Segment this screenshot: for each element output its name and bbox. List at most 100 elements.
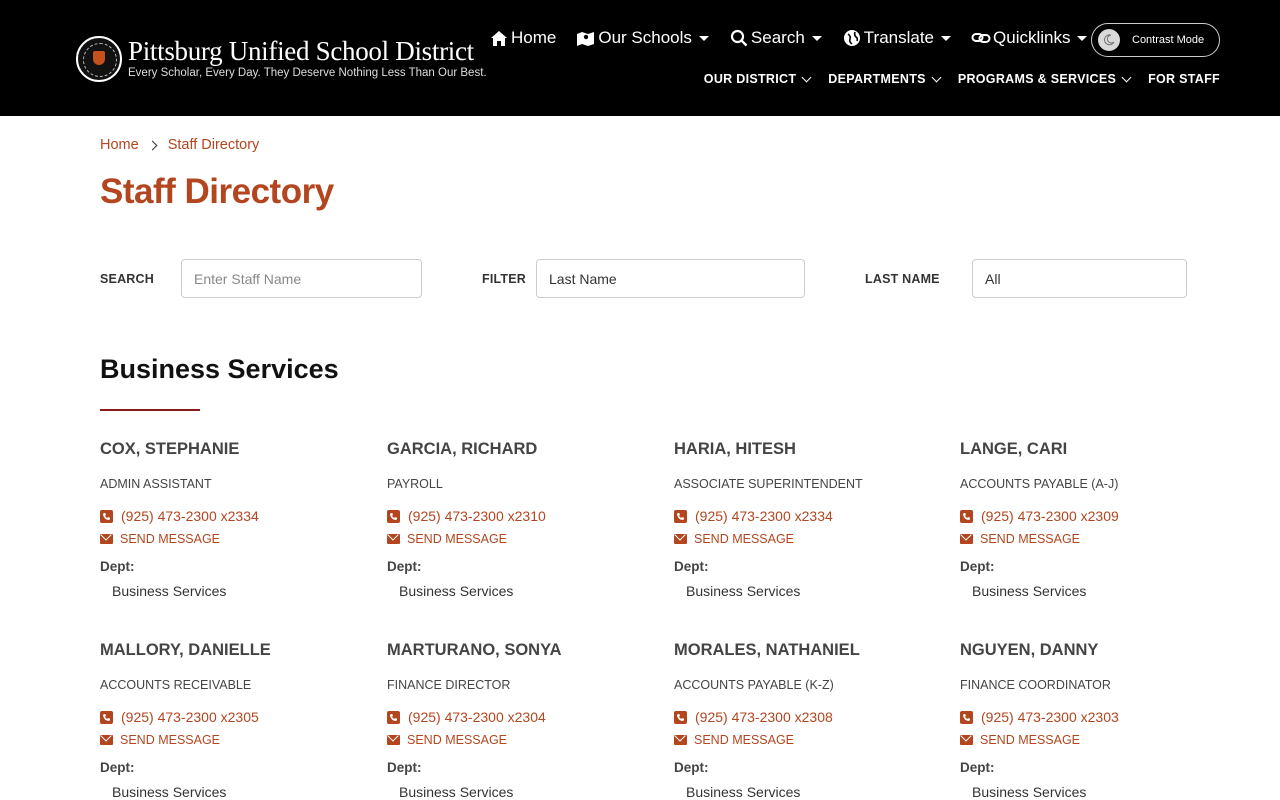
staff-phone-link[interactable]: (925) 473-2300 x2303 [960,709,1240,725]
dept-value: Business Services [972,784,1087,800]
site-header: Pittsburg Unified School District Every … [0,0,1280,116]
filter-label: FILTER [482,272,527,286]
breadcrumb: Home Staff Directory [100,137,259,153]
staff-phone-link[interactable]: (925) 473-2300 x2304 [387,709,667,725]
dept-value: Business Services [399,784,514,800]
sub-nav-our-district[interactable]: OUR DISTRICT [704,72,812,86]
globe-icon [842,28,862,48]
link-icon [971,28,991,48]
breadcrumb-home-link[interactable]: Home [100,137,139,153]
staff-phone: (925) 473-2300 x2308 [695,709,833,725]
contrast-mode-toggle[interactable]: Contrast Mode [1091,23,1220,57]
last-name-select[interactable]: All [972,259,1187,298]
nav-quicklinks[interactable]: Quicklinks [971,28,1088,48]
top-nav: Home Our Schools Search Translate Quickl… [489,28,1107,48]
send-message-link[interactable]: SEND MESSAGE [960,532,1240,546]
dept-label: Dept: [674,760,709,775]
staff-name: LANGE, CARI [960,440,1068,458]
sub-nav-departments[interactable]: DEPARTMENTS [828,72,942,86]
staff-phone-link[interactable]: (925) 473-2300 x2310 [387,508,667,524]
dept-value: Business Services [972,583,1087,599]
staff-name: MARTURANO, SONYA [387,641,562,659]
dept-value: Business Services [686,784,801,800]
send-message-label: SEND MESSAGE [980,733,1081,747]
dept-label: Dept: [387,760,422,775]
envelope-icon [960,534,973,544]
district-logo[interactable]: Pittsburg Unified School District Every … [76,36,487,82]
staff-card: LANGE, CARI ACCOUNTS PAYABLE (A-J) (925)… [960,440,1240,599]
nav-home[interactable]: Home [489,28,556,48]
send-message-link[interactable]: SEND MESSAGE [387,532,667,546]
breadcrumb-current-link[interactable]: Staff Directory [168,137,260,153]
staff-name: NGUYEN, DANNY [960,641,1099,659]
sub-nav-for-staff[interactable]: FOR STAFF [1148,72,1220,86]
staff-phone: (925) 473-2300 x2304 [408,709,546,725]
send-message-label: SEND MESSAGE [694,532,795,546]
send-message-link[interactable]: SEND MESSAGE [100,733,380,747]
page-title: Staff Directory [100,172,334,211]
send-message-link[interactable]: SEND MESSAGE [674,532,954,546]
staff-card: GARCIA, RICHARD PAYROLL (925) 473-2300 x… [387,440,667,599]
send-message-label: SEND MESSAGE [694,733,795,747]
dept-label: Dept: [100,559,135,574]
staff-name: MALLORY, DANIELLE [100,641,271,659]
staff-search-input[interactable] [181,259,422,298]
staff-phone: (925) 473-2300 x2303 [981,709,1119,725]
envelope-icon [100,735,113,745]
moon-icon [1098,29,1120,51]
staff-title: ACCOUNTS PAYABLE (A-J) [960,477,1119,491]
staff-phone: (925) 473-2300 x2309 [981,508,1119,524]
sub-nav-label: PROGRAMS & SERVICES [957,72,1117,86]
last-name-select-value: All [985,270,1001,287]
staff-phone-link[interactable]: (925) 473-2300 x2305 [100,709,380,725]
search-label: SEARCH [100,272,154,286]
chevron-down-icon [801,72,812,82]
send-message-link[interactable]: SEND MESSAGE [674,733,954,747]
dept-label: Dept: [674,559,709,574]
dept-value: Business Services [686,583,801,599]
staff-card: MARTURANO, SONYA FINANCE DIRECTOR (925) … [387,641,667,800]
dept-value: Business Services [112,583,227,599]
sub-nav: OUR DISTRICT DEPARTMENTS PROGRAMS & SERV… [686,72,1220,86]
phone-icon [100,710,113,724]
staff-title: ASSOCIATE SUPERINTENDENT [674,477,863,491]
staff-card: MORALES, NATHANIEL ACCOUNTS PAYABLE (K-Z… [674,641,954,800]
staff-title: ACCOUNTS PAYABLE (K-Z) [674,678,834,692]
send-message-link[interactable]: SEND MESSAGE [387,733,667,747]
envelope-icon [387,534,400,544]
staff-phone: (925) 473-2300 x2305 [121,709,259,725]
staff-title: PAYROLL [387,477,443,491]
staff-phone-link[interactable]: (925) 473-2300 x2334 [100,508,380,524]
envelope-icon [100,534,113,544]
search-icon [729,28,749,48]
nav-our-schools-label: Our Schools [598,28,692,47]
nav-home-label: Home [511,28,557,47]
sub-nav-programs-services[interactable]: PROGRAMS & SERVICES [957,72,1132,86]
nav-translate[interactable]: Translate [842,28,952,48]
filter-select[interactable]: Last Name [536,259,805,298]
staff-title: FINANCE COORDINATOR [960,678,1111,692]
sub-nav-label: FOR STAFF [1148,72,1220,86]
logo-text: Pittsburg Unified School District Every … [128,38,487,80]
send-message-link[interactable]: SEND MESSAGE [100,532,380,546]
staff-phone-link[interactable]: (925) 473-2300 x2308 [674,709,954,725]
staff-phone-link[interactable]: (925) 473-2300 x2334 [674,508,954,524]
section-title: Business Services [100,354,339,384]
nav-our-schools[interactable]: Our Schools [576,28,709,48]
logo-title: Pittsburg Unified School District [128,36,474,67]
envelope-icon [960,735,973,745]
staff-title: ACCOUNTS RECEIVABLE [100,678,252,692]
staff-name: MORALES, NATHANIEL [674,641,860,659]
staff-phone-link[interactable]: (925) 473-2300 x2309 [960,508,1240,524]
nav-search[interactable]: Search [729,28,822,48]
staff-card: COX, STEPHANIE ADMIN ASSISTANT (925) 473… [100,440,380,599]
last-name-label: LAST NAME [865,272,940,286]
chevron-right-icon [147,140,158,150]
staff-phone: (925) 473-2300 x2310 [408,508,546,524]
staff-card: HARIA, HITESH ASSOCIATE SUPERINTENDENT (… [674,440,954,599]
dept-value: Business Services [399,583,514,599]
dept-label: Dept: [100,760,135,775]
send-message-link[interactable]: SEND MESSAGE [960,733,1240,747]
dept-label: Dept: [387,559,422,574]
staff-name: HARIA, HITESH [674,440,796,458]
